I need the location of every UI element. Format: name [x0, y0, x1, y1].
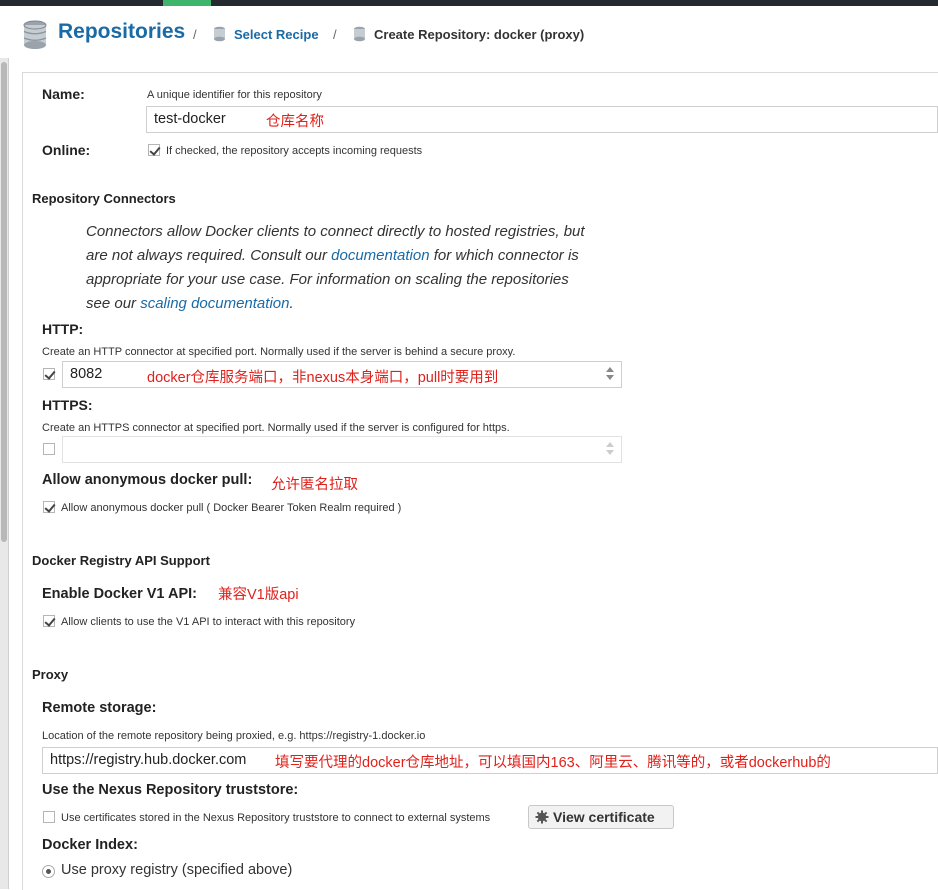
http-checkbox[interactable] — [43, 368, 55, 380]
use-proxy-registry-label: Use proxy registry (specified above) — [61, 862, 293, 878]
breadcrumb-separator: / — [193, 27, 197, 42]
online-help: If checked, the repository accepts incom… — [166, 145, 423, 157]
online-checkbox[interactable] — [148, 144, 160, 156]
view-certificate-button[interactable]: View certificate — [528, 805, 674, 829]
section-docker-registry-api: Docker Registry API Support — [32, 553, 210, 568]
http-label: HTTP: — [42, 321, 84, 337]
connectors-description: Connectors allow Docker clients to conne… — [86, 220, 586, 316]
section-proxy: Proxy — [32, 667, 69, 682]
https-help: Create an HTTPS connector at specified p… — [42, 422, 510, 434]
section-repository-connectors: Repository Connectors — [32, 191, 176, 206]
database-icon — [23, 20, 47, 49]
remote-storage-annotation: 填写要代理的docker仓库地址，可以填国内163、阿里云、腾讯等的，或者doc… — [275, 755, 831, 771]
name-label: Name: — [42, 86, 85, 102]
database-icon — [214, 26, 225, 42]
name-input[interactable]: test-docker — [146, 106, 938, 133]
anonymous-pull-annotation: 允许匿名拉取 — [271, 477, 358, 493]
page-header: Repositories / Select Recipe / Create Re… — [0, 6, 938, 58]
page-title[interactable]: Repositories — [58, 20, 185, 44]
name-annotation: 仓库名称 — [266, 114, 324, 130]
name-value: test-docker — [154, 111, 226, 127]
https-port-input[interactable] — [62, 436, 622, 463]
anonymous-pull-label: Allow anonymous docker pull: — [42, 472, 253, 488]
connectors-desc-text: . — [289, 295, 294, 312]
database-icon — [354, 26, 365, 42]
documentation-link[interactable]: documentation — [331, 247, 429, 264]
breadcrumb-separator: / — [333, 27, 337, 42]
certificate-icon — [535, 810, 549, 824]
http-annotation: docker仓库服务端口，非nexus本身端口，pull时要用到 — [147, 370, 499, 386]
breadcrumb-select-recipe[interactable]: Select Recipe — [234, 27, 319, 42]
docker-v1-api-help: Allow clients to use the V1 API to inter… — [61, 616, 356, 628]
remote-storage-value: https://registry.hub.docker.com — [50, 752, 247, 768]
online-label: Online: — [42, 142, 91, 158]
docker-index-label: Docker Index: — [42, 837, 138, 853]
scaling-documentation-link[interactable]: scaling documentation — [140, 295, 289, 312]
docker-v1-api-annotation: 兼容V1版api — [218, 587, 299, 603]
https-port-spinner[interactable] — [603, 438, 617, 460]
remote-storage-help: Location of the remote repository being … — [42, 730, 426, 742]
https-label: HTTPS: — [42, 397, 93, 413]
anonymous-pull-checkbox[interactable] — [43, 501, 55, 513]
truststore-help: Use certificates stored in the Nexus Rep… — [61, 812, 491, 824]
remote-storage-label: Remote storage: — [42, 700, 157, 716]
http-help: Create an HTTP connector at specified po… — [42, 346, 516, 358]
use-proxy-registry-radio[interactable] — [42, 865, 55, 878]
scrollbar-thumb[interactable] — [1, 62, 7, 542]
docker-v1-api-checkbox[interactable] — [43, 615, 55, 627]
docker-v1-api-label: Enable Docker V1 API: — [42, 586, 197, 602]
https-checkbox[interactable] — [43, 443, 55, 455]
name-help: A unique identifier for this repository — [147, 89, 322, 101]
truststore-label: Use the Nexus Repository truststore: — [42, 782, 299, 798]
http-port-value: 8082 — [70, 366, 103, 382]
scrollbar[interactable] — [0, 58, 9, 889]
view-certificate-label: View certificate — [553, 809, 655, 825]
truststore-checkbox[interactable] — [43, 811, 55, 823]
breadcrumb-current: Create Repository: docker (proxy) — [374, 27, 585, 42]
anonymous-pull-help: Allow anonymous docker pull ( Docker Bea… — [61, 502, 402, 514]
http-port-spinner[interactable] — [603, 363, 617, 385]
